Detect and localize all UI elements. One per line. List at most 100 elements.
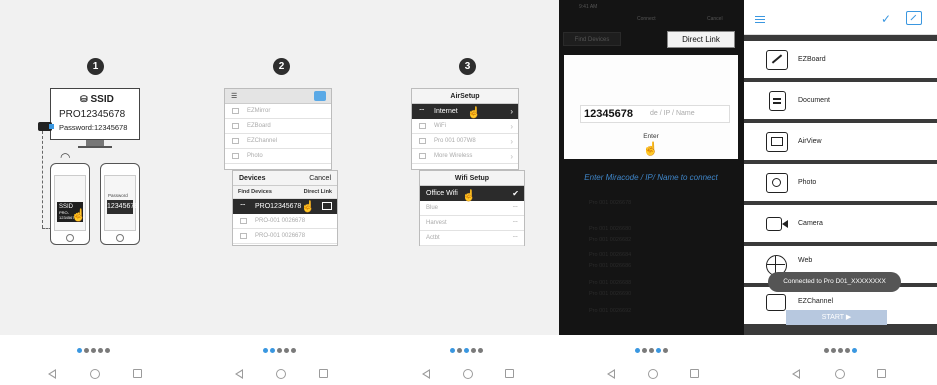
page-dot[interactable]	[838, 348, 843, 353]
home-icon[interactable]	[648, 369, 658, 379]
network-row[interactable]: Actbt ⌔	[420, 231, 524, 246]
device-list-row[interactable]: Pro 001 0026690	[589, 291, 709, 303]
page-dot[interactable]	[97, 348, 103, 353]
camera-icon	[766, 217, 788, 231]
recent-apps-icon[interactable]	[319, 369, 328, 378]
page-dot[interactable]	[642, 348, 647, 353]
home-icon[interactable]	[90, 369, 100, 379]
cast-icon[interactable]	[906, 11, 922, 25]
cancel-button[interactable]: Cancel	[707, 16, 723, 22]
device-list-row[interactable]: Pro 001 0026682	[589, 237, 709, 249]
page-dot[interactable]	[263, 348, 268, 353]
chevron-right-icon: ›	[510, 122, 513, 131]
page-dot[interactable]	[456, 348, 462, 353]
back-icon[interactable]	[48, 369, 56, 379]
cast-button-icon[interactable]	[314, 91, 326, 101]
page-dot[interactable]	[656, 348, 661, 353]
direct-link-button[interactable]: Direct Link	[667, 31, 735, 48]
wifi-signal-icon: ⌔	[511, 219, 519, 228]
feature-label: Camera	[798, 220, 823, 227]
find-devices-tab[interactable]: Find Devices	[563, 32, 621, 46]
miracode-input[interactable]: 12345678 de / IP / Name	[580, 105, 730, 123]
network-row[interactable]: Blue ⌔	[420, 201, 524, 216]
menu-row[interactable]: More Wireless ›	[412, 149, 518, 164]
device-row[interactable]: PRO-001 0026678	[233, 229, 337, 244]
feature-item-airview[interactable]: AirView	[744, 123, 937, 160]
app-main-screen: ✓ EZBoard Document AirView Photo Camera …	[744, 0, 937, 335]
phone-screen: SSID PRO-12345678	[54, 175, 86, 231]
page-dot[interactable]	[824, 348, 829, 353]
device-list-row[interactable]: Pro 001 0026692	[589, 308, 709, 320]
internet-row[interactable]: ⌔ Internet ☝ ›	[412, 104, 518, 119]
device-icon	[419, 138, 426, 144]
hamburger-icon[interactable]: ☰	[231, 93, 237, 100]
back-icon[interactable]	[422, 369, 430, 379]
device-list-row[interactable]: Pro 001 0026686	[589, 263, 709, 275]
page-dot[interactable]	[270, 348, 275, 353]
recent-apps-icon[interactable]	[133, 369, 142, 378]
office-wifi-row[interactable]: Office Wifi ☝ ✔	[420, 186, 524, 202]
direct-link-tab[interactable]: Direct Link	[304, 186, 332, 199]
feature-item-photo[interactable]: Photo	[744, 164, 937, 201]
board-icon	[232, 123, 239, 129]
wifi-signal-icon: ⌔	[511, 234, 519, 243]
page-dot[interactable]	[277, 348, 282, 353]
page-dot[interactable]	[649, 348, 654, 353]
page-dot[interactable]	[90, 348, 96, 353]
wifi-setup-header: Wifi Setup	[420, 171, 524, 186]
cancel-button[interactable]: Cancel	[309, 171, 331, 186]
devices-title: Devices	[239, 175, 266, 182]
page-dot[interactable]	[463, 348, 469, 353]
page-dot[interactable]	[663, 348, 668, 353]
recent-apps-icon[interactable]	[690, 369, 699, 378]
page-dot[interactable]	[635, 348, 640, 353]
device-row-selected[interactable]: ⌔ PRO12345678 ☝	[233, 199, 337, 214]
channel-icon	[232, 138, 239, 144]
home-icon[interactable]	[835, 369, 845, 379]
back-icon[interactable]	[792, 369, 800, 379]
menu-row[interactable]: EZBoard	[225, 119, 331, 134]
feature-item-ezboard[interactable]: EZBoard	[744, 41, 937, 78]
page-dot[interactable]	[104, 348, 110, 353]
menu-row[interactable]: Photo	[225, 149, 331, 164]
recent-apps-icon[interactable]	[877, 369, 886, 378]
phone-screen: Password 12345678	[104, 175, 138, 231]
display-icon	[322, 202, 332, 210]
page-dot[interactable]	[477, 348, 483, 353]
network-row[interactable]: Harvest ⌔	[420, 216, 524, 231]
start-button[interactable]: START ▶	[786, 310, 887, 325]
back-icon[interactable]	[607, 369, 615, 379]
airsetup-header: AirSetup	[412, 89, 518, 104]
home-icon[interactable]	[463, 369, 473, 379]
home-icon[interactable]	[276, 369, 286, 379]
find-devices-tab[interactable]: Find Devices	[238, 189, 272, 195]
check-icon[interactable]: ✓	[881, 12, 891, 26]
page-dot[interactable]	[845, 348, 850, 353]
recent-apps-icon[interactable]	[505, 369, 514, 378]
page-dot[interactable]	[831, 348, 836, 353]
devices-subheader: Find Devices Direct Link	[233, 186, 337, 199]
page-dot[interactable]	[291, 348, 296, 353]
menu-row[interactable]: WiFi ›	[412, 119, 518, 134]
page-dot[interactable]	[76, 348, 82, 353]
feature-item-document[interactable]: Document	[744, 82, 937, 119]
connector-line	[42, 131, 43, 228]
feature-label: Photo	[798, 179, 817, 186]
menu-row[interactable]: EZChannel	[225, 134, 331, 149]
device-list-row[interactable]: Pro 001 0026678	[589, 200, 709, 212]
monitor-pro-id: PRO12345678	[59, 109, 126, 120]
feature-label: EZChannel	[798, 298, 834, 305]
menu-row[interactable]: EZMirror	[225, 104, 331, 119]
feature-item-camera[interactable]: Camera	[744, 205, 937, 242]
device-row[interactable]: PRO-001 0026678	[233, 214, 337, 229]
hamburger-menu-icon[interactable]	[755, 16, 765, 23]
page-indicator	[744, 348, 937, 353]
page-dot[interactable]	[449, 348, 455, 353]
page-dot[interactable]	[852, 348, 857, 353]
menu-row[interactable]: Pro 001 007W8 ›	[412, 134, 518, 149]
page-dot[interactable]	[470, 348, 476, 353]
page-dot[interactable]	[83, 348, 89, 353]
enter-button[interactable]: Enter ☝	[564, 133, 738, 157]
back-icon[interactable]	[235, 369, 243, 379]
page-dot[interactable]	[284, 348, 289, 353]
